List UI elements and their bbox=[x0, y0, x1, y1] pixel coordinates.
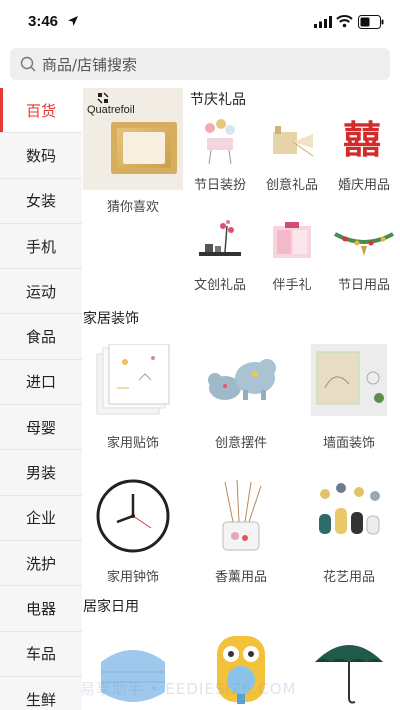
category-home-clocks[interactable]: 家用钟饰 bbox=[83, 478, 183, 590]
sidebar-item-label: 进口 bbox=[25, 373, 56, 392]
section-title-home-decor: 家居装饰 bbox=[83, 311, 139, 327]
category-label: 创意礼品 bbox=[265, 178, 318, 193]
category-label: 创意摆件 bbox=[214, 436, 267, 451]
sidebar-item-enterprise[interactable]: 企业 bbox=[0, 496, 82, 541]
brand-name: Quatrefoil bbox=[87, 104, 135, 116]
sidebar-item-digital[interactable]: 数码 bbox=[0, 133, 82, 179]
cellular-signal-icon bbox=[314, 16, 332, 28]
double-happiness-symbol: 囍 bbox=[343, 118, 382, 162]
holiday-supplies-image bbox=[333, 216, 395, 266]
umbrellas-image bbox=[311, 632, 387, 708]
category-umbrellas[interactable] bbox=[299, 628, 399, 710]
sidebar-item-womens[interactable]: 女装 bbox=[0, 179, 82, 224]
wifi-icon bbox=[336, 15, 353, 28]
status-bar: 3:46 bbox=[0, 0, 400, 44]
section-title-home-daily: 居家日用 bbox=[83, 599, 139, 615]
recommendation-tile[interactable]: Quatrefoil 猜你喜欢 bbox=[83, 88, 183, 218]
sidebar-item-label: 数码 bbox=[25, 146, 56, 165]
category-label: 文创礼品 bbox=[193, 278, 246, 293]
sidebar-item-label: 百货 bbox=[25, 101, 56, 120]
category-wedding-supplies[interactable]: 囍 婚庆用品 bbox=[329, 116, 399, 196]
category-souvenir-gifts[interactable]: 伴手礼 bbox=[257, 216, 327, 296]
sidebar-item-baby[interactable]: 母婴 bbox=[0, 405, 82, 451]
home-clocks-image bbox=[95, 478, 171, 554]
category-label: 家用钟饰 bbox=[106, 570, 159, 585]
sidebar-item-label: 运动 bbox=[25, 282, 56, 301]
sidebar-item-label: 车品 bbox=[25, 645, 56, 664]
sidebar-item-appliances[interactable]: 电器 bbox=[0, 586, 82, 632]
category-home-stickers[interactable]: 家用贴饰 bbox=[83, 340, 183, 452]
home-stickers-image bbox=[95, 343, 171, 416]
category-creative-ornaments[interactable]: 创意摆件 bbox=[191, 340, 291, 452]
sidebar-item-personal-care[interactable]: 洗护 bbox=[0, 541, 82, 587]
festival-decor-image bbox=[195, 116, 245, 166]
category-label: 伴手礼 bbox=[272, 278, 312, 293]
sidebar-item-label: 洗护 bbox=[25, 554, 56, 573]
category-label: 花艺用品 bbox=[322, 570, 375, 585]
creative-ornaments-image bbox=[203, 344, 279, 416]
status-time: 3:46 bbox=[28, 13, 59, 30]
category-floral-supplies[interactable]: 花艺用品 bbox=[299, 478, 399, 590]
sidebar-item-phones[interactable]: 手机 bbox=[0, 224, 82, 270]
category-label: 节日装扮 bbox=[193, 178, 246, 193]
sidebar-item-label: 母婴 bbox=[25, 418, 56, 437]
sidebar-item-car[interactable]: 车品 bbox=[0, 632, 82, 677]
recommendation-label: 猜你喜欢 bbox=[106, 200, 159, 215]
recommendation-image: Quatrefoil bbox=[83, 88, 183, 190]
category-label: 节日用品 bbox=[337, 278, 390, 293]
wall-decor-image bbox=[311, 344, 387, 416]
sidebar-item-label: 企业 bbox=[25, 509, 56, 528]
search-icon bbox=[20, 56, 36, 72]
category-holiday-supplies[interactable]: 节日用品 bbox=[329, 216, 399, 296]
section-title-festival: 节庆礼品 bbox=[190, 92, 246, 108]
sidebar-item-mens[interactable]: 男装 bbox=[0, 450, 82, 496]
gift-box-insert bbox=[123, 132, 165, 164]
sidebar-item-sports[interactable]: 运动 bbox=[0, 269, 82, 315]
category-festival-decor[interactable]: 节日装扮 bbox=[185, 116, 255, 196]
category-label: 家用贴饰 bbox=[106, 436, 159, 451]
search-placeholder: 商品/店铺搜索 bbox=[42, 56, 138, 74]
category-sidebar: 百货 数码 女装 手机 运动 食品 进口 母婴 男装 企业 洗护 电器 车品 生… bbox=[0, 88, 82, 710]
category-aromatherapy[interactable]: 香薰用品 bbox=[191, 478, 291, 590]
sidebar-item-label: 女装 bbox=[25, 192, 56, 211]
sidebar-item-label: 电器 bbox=[25, 599, 56, 618]
category-label: 香薰用品 bbox=[214, 570, 267, 585]
sidebar-item-general[interactable]: 百货 bbox=[0, 88, 82, 134]
wedding-supplies-image: 囍 bbox=[339, 116, 389, 166]
brand-logo-icon bbox=[97, 92, 109, 104]
watermark: 易享助手 • EEDIESIZE.COM bbox=[80, 680, 297, 698]
category-cultural-gifts[interactable]: 文创礼品 bbox=[185, 216, 255, 296]
category-wall-decor[interactable]: 墙面装饰 bbox=[299, 340, 399, 452]
location-arrow-icon bbox=[68, 16, 78, 26]
sidebar-item-label: 手机 bbox=[25, 237, 56, 256]
sidebar-item-imports[interactable]: 进口 bbox=[0, 360, 82, 406]
category-label: 墙面装饰 bbox=[322, 436, 375, 451]
search-input[interactable]: 商品/店铺搜索 bbox=[10, 48, 390, 80]
souvenir-gifts-image bbox=[267, 216, 317, 266]
floral-supplies-image bbox=[311, 478, 387, 554]
category-creative-gifts[interactable]: 创意礼品 bbox=[257, 116, 327, 196]
sidebar-item-label: 食品 bbox=[25, 328, 56, 347]
sidebar-item-fresh[interactable]: 生鲜 bbox=[0, 677, 82, 710]
sidebar-item-label: 生鲜 bbox=[25, 690, 56, 709]
creative-gifts-image bbox=[267, 116, 317, 166]
category-content: Quatrefoil 猜你喜欢 节庆礼品 节日装扮 创意礼品 囍 婚庆用品 文创… bbox=[83, 88, 400, 710]
category-label: 婚庆用品 bbox=[337, 178, 390, 193]
cultural-gifts-image bbox=[195, 216, 245, 266]
sidebar-item-food[interactable]: 食品 bbox=[0, 314, 82, 360]
sidebar-item-label: 男装 bbox=[25, 464, 56, 483]
battery-icon bbox=[358, 15, 384, 29]
aromatherapy-image bbox=[203, 478, 279, 554]
